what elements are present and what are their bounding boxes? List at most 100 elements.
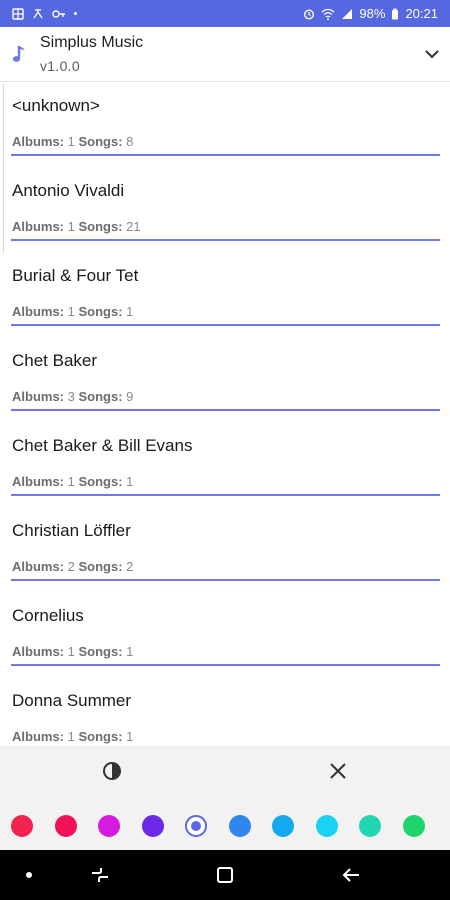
songs-count: 1 (126, 474, 134, 489)
recent-apps-icon[interactable] (89, 864, 111, 886)
close-icon[interactable] (327, 760, 349, 782)
songs-count: 9 (126, 389, 134, 404)
artist-item[interactable]: Donna Summer Albums: 1 Songs: 1 (11, 679, 440, 746)
songs-count: 1 (126, 729, 134, 744)
gallery-icon (12, 7, 24, 20)
theme-panel (0, 746, 450, 850)
color-swatches (0, 815, 450, 839)
songs-label: Songs: (78, 219, 123, 234)
artist-name: Cornelius (12, 606, 84, 625)
albums-label: Albums: (12, 559, 64, 574)
albums-label: Albums: (12, 474, 64, 489)
dot-icon (74, 12, 77, 15)
artist-name: <unknown> (12, 96, 100, 115)
artist-meta: Albums: 1 Songs: 8 (12, 134, 133, 149)
color-swatch[interactable] (141, 815, 164, 837)
alarm-icon (304, 8, 315, 20)
divider (11, 409, 440, 411)
artist-item[interactable]: Christian Löffler Albums: 2 Songs: 2 (11, 509, 440, 594)
color-swatch[interactable] (272, 815, 294, 837)
artist-name: Donna Summer (12, 691, 132, 710)
color-swatch[interactable] (315, 815, 338, 837)
songs-label: Songs: (78, 389, 123, 404)
albums-count: 1 (67, 644, 75, 659)
artist-meta: Albums: 1 Songs: 1 (12, 474, 133, 489)
albums-count: 2 (67, 559, 75, 574)
albums-label: Albums: (12, 644, 64, 659)
albums-count: 1 (67, 304, 75, 319)
albums-count: 3 (67, 389, 75, 404)
songs-count: 1 (126, 304, 134, 319)
artist-item[interactable]: Antonio Vivaldi Albums: 1 Songs: 21 (11, 169, 440, 254)
status-bar: 98% 20:21 (0, 0, 450, 27)
music-note-icon (0, 43, 40, 65)
home-icon[interactable] (214, 864, 236, 886)
songs-label: Songs: (78, 474, 123, 489)
battery-icon (392, 8, 399, 19)
songs-count: 2 (126, 559, 134, 574)
divider (11, 664, 440, 666)
color-swatch[interactable] (54, 815, 77, 837)
divider (11, 239, 440, 241)
songs-count: 21 (126, 219, 141, 234)
status-right-icons: 98% 20:21 (303, 6, 438, 21)
albums-count: 1 (67, 219, 75, 234)
artist-meta: Albums: 3 Songs: 9 (12, 389, 133, 404)
scroll-indicator[interactable] (0, 84, 4, 254)
songs-label: Songs: (78, 559, 123, 574)
divider (11, 324, 440, 326)
status-time: 20:21 (405, 6, 438, 21)
divider (11, 154, 440, 156)
color-swatch[interactable] (402, 815, 425, 837)
color-swatch[interactable] (11, 815, 33, 837)
albums-count: 1 (67, 134, 75, 149)
albums-label: Albums: (12, 389, 64, 404)
songs-count: 8 (126, 134, 134, 149)
color-swatch[interactable] (98, 815, 120, 837)
artist-item[interactable]: Burial & Four Tet Albums: 1 Songs: 1 (11, 254, 440, 339)
artist-item[interactable]: Cornelius Albums: 1 Songs: 1 (11, 594, 440, 679)
albums-label: Albums: (12, 219, 64, 234)
key-icon (52, 9, 65, 18)
panel-actions (0, 746, 450, 798)
songs-label: Songs: (78, 729, 123, 744)
artist-name: Christian Löffler (12, 521, 131, 540)
battery-percent: 98% (359, 6, 386, 21)
color-swatch[interactable] (359, 815, 381, 837)
color-swatch[interactable] (228, 815, 251, 837)
albums-count: 1 (67, 474, 75, 489)
albums-label: Albums: (12, 304, 64, 319)
cast-icon (33, 8, 43, 18)
dot-icon[interactable] (18, 864, 40, 886)
wifi-icon (322, 8, 335, 20)
artist-meta: Albums: 2 Songs: 2 (12, 559, 133, 574)
artist-meta: Albums: 1 Songs: 1 (12, 729, 133, 744)
back-icon[interactable] (340, 864, 362, 886)
artist-meta: Albums: 1 Songs: 1 (12, 644, 133, 659)
artist-item[interactable]: <unknown> Albums: 1 Songs: 8 (11, 84, 440, 169)
contrast-icon[interactable] (101, 760, 123, 782)
app-name: Simplus Music (40, 34, 144, 51)
artist-item[interactable]: Chet Baker & Bill Evans Albums: 1 Songs:… (11, 424, 440, 509)
songs-label: Songs: (78, 304, 123, 319)
app-titles: Simplus Music v1.0.0 (40, 34, 143, 74)
artist-name: Antonio Vivaldi (12, 181, 125, 200)
app-version: v1.0.0 (40, 58, 80, 74)
color-swatch-selected[interactable] (185, 815, 207, 837)
artist-item[interactable]: Chet Baker Albums: 3 Songs: 9 (11, 339, 440, 424)
artist-name: Burial & Four Tet (12, 266, 139, 285)
app-header[interactable]: Simplus Music v1.0.0 (0, 27, 450, 82)
albums-label: Albums: (12, 134, 64, 149)
artist-list[interactable]: <unknown> Albums: 1 Songs: 8 Antonio Viv… (0, 84, 450, 746)
chevron-down-icon[interactable] (414, 49, 450, 59)
songs-count: 1 (126, 644, 134, 659)
artist-meta: Albums: 1 Songs: 1 (12, 304, 133, 319)
albums-label: Albums: (12, 729, 64, 744)
status-left-icons (12, 7, 77, 20)
artist-meta: Albums: 1 Songs: 21 (12, 219, 141, 234)
albums-count: 1 (67, 729, 75, 744)
artist-name: Chet Baker (12, 351, 98, 370)
songs-label: Songs: (78, 134, 123, 149)
divider (11, 494, 440, 496)
artist-name: Chet Baker & Bill Evans (12, 436, 193, 455)
